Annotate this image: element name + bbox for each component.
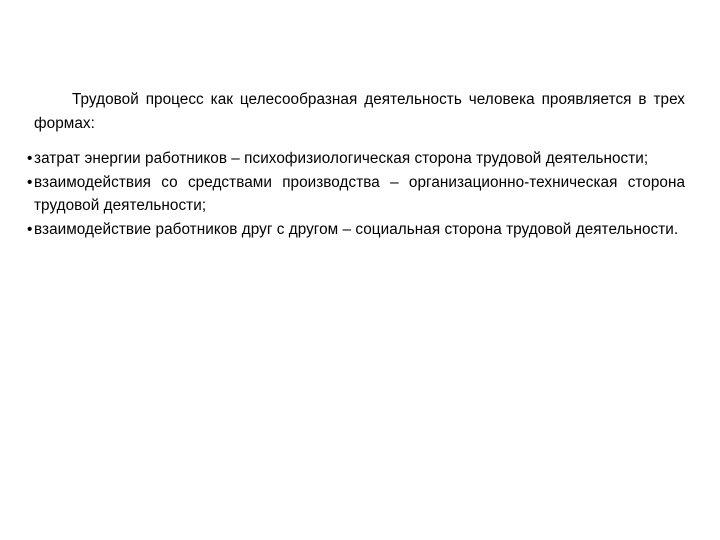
- bullet-dot-icon: •: [27, 220, 33, 238]
- slide-content-block: Трудовой процесс как целесообразная деят…: [27, 88, 685, 241]
- slide-canvas: Трудовой процесс как целесообразная деят…: [0, 0, 720, 540]
- list-item: • взаимодействия со средствами производс…: [27, 171, 685, 218]
- list-item-text: взаимодействия со средствами производств…: [34, 173, 685, 215]
- intro-paragraph: Трудовой процесс как целесообразная деят…: [34, 91, 685, 132]
- list-item: • взаимодействие работников друг с друго…: [27, 218, 685, 242]
- list-item: • затрат энергии работников – психофизио…: [27, 147, 685, 171]
- forms-bullet-list: • затрат энергии работников – психофизио…: [27, 147, 685, 241]
- list-item-text: затрат энергии работников – психофизиоло…: [34, 150, 649, 167]
- list-item-text: взаимодействие работников друг с другом …: [34, 220, 679, 238]
- bullet-dot-icon: •: [27, 150, 33, 167]
- bullet-dot-icon: •: [27, 173, 33, 191]
